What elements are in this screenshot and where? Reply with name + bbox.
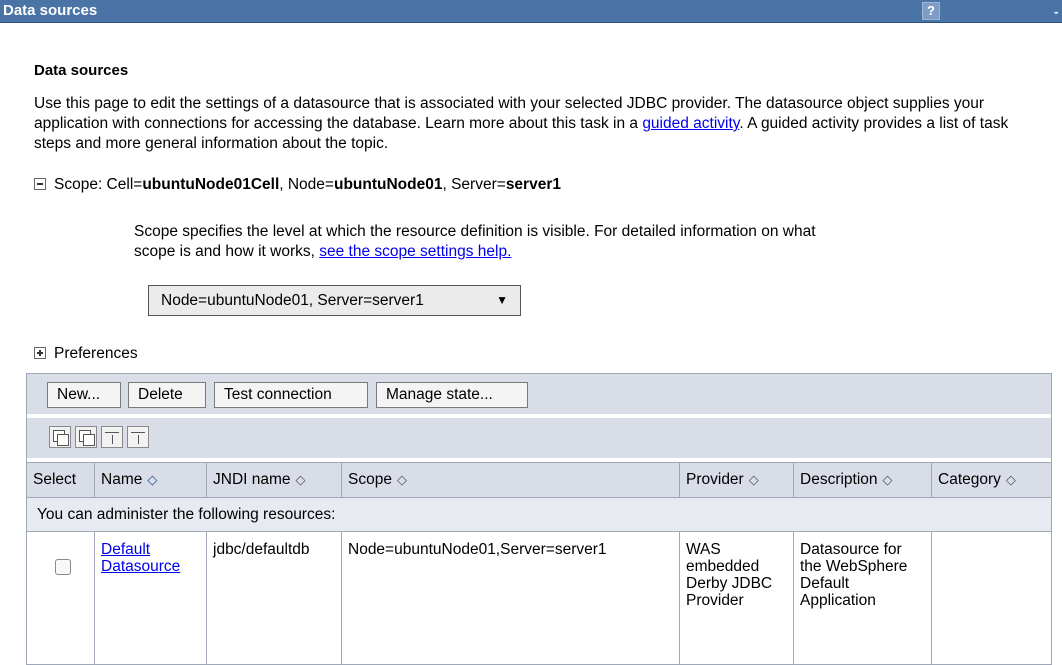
column-provider-label: Provider: [686, 471, 744, 488]
column-header-select: Select: [27, 463, 95, 497]
help-icon[interactable]: ?: [922, 2, 940, 20]
sort-icon[interactable]: ◇: [296, 472, 306, 487]
action-button-bar: New... Delete Test connection Manage sta…: [27, 374, 1051, 414]
minimize-icon[interactable]: -: [1054, 4, 1058, 19]
sort-icon[interactable]: ◇: [749, 472, 759, 487]
column-select-label: Select: [33, 471, 77, 488]
scope-line: Scope: Cell=ubuntuNode01Cell, Node=ubunt…: [34, 176, 561, 194]
scope-server: server1: [505, 176, 561, 193]
scope-prefix: Scope: Cell=: [54, 176, 143, 193]
column-scope-label: Scope: [348, 471, 392, 488]
deselect-all-icon[interactable]: [75, 426, 97, 448]
jndi-cell: jdbc/defaultdb: [207, 532, 342, 664]
category-cell: [932, 532, 1051, 664]
column-header-provider[interactable]: Provider ◇: [680, 463, 794, 497]
column-jndi-label: JNDI name: [213, 471, 291, 488]
scope-settings-help-link[interactable]: see the scope settings help.: [319, 243, 511, 260]
scope-help-text: Scope specifies the level at which the r…: [134, 222, 854, 262]
select-all-icon[interactable]: [49, 426, 71, 448]
scope-server-label: , Server=: [442, 176, 506, 193]
column-header-category[interactable]: Category ◇: [932, 463, 1051, 497]
portlet-title: Data sources: [3, 2, 98, 19]
name-cell: Default Datasource: [95, 532, 207, 664]
table-icon-bar: [27, 418, 1051, 458]
scope-select[interactable]: Node=ubuntuNode01, Server=server1 ▼: [148, 285, 521, 316]
datasource-name-link[interactable]: Default Datasource: [101, 541, 180, 575]
column-category-label: Category: [938, 471, 1001, 488]
provider-cell: WAS embedded Derby JDBC Provider: [680, 532, 794, 664]
manage-state-button[interactable]: Manage state...: [376, 382, 528, 408]
column-header-jndi[interactable]: JNDI name ◇: [207, 463, 342, 497]
sort-ascending-icon[interactable]: ◇: [147, 472, 157, 487]
column-name-label: Name: [101, 471, 143, 488]
page-description: Use this page to edit the settings of a …: [34, 94, 1034, 154]
scope-node-label: , Node=: [279, 176, 334, 193]
preferences-label: Preferences: [54, 345, 138, 362]
page-title: Data sources: [34, 62, 129, 79]
column-description-label: Description: [800, 471, 878, 488]
delete-button[interactable]: Delete: [128, 382, 206, 408]
expand-preferences-icon[interactable]: [34, 347, 46, 359]
sort-icon[interactable]: ◇: [1006, 472, 1016, 487]
sort-icon[interactable]: ◇: [397, 472, 407, 487]
scope-select-value: Node=ubuntuNode01, Server=server1: [161, 292, 424, 309]
select-cell: [27, 532, 95, 664]
dropdown-arrow-icon: ▼: [496, 293, 508, 307]
column-header-name[interactable]: Name ◇: [95, 463, 207, 497]
clear-filter-icon[interactable]: [127, 426, 149, 448]
portlet-titlebar: Data sources ? -: [0, 0, 1062, 23]
guided-activity-link[interactable]: guided activity: [642, 115, 739, 132]
group-row: You can administer the following resourc…: [27, 498, 1051, 532]
scope-cell: Node=ubuntuNode01,Server=server1: [342, 532, 680, 664]
description-cell: Datasource for the WebSphere Default App…: [794, 532, 932, 664]
collapse-scope-icon[interactable]: [34, 178, 46, 190]
column-header-description[interactable]: Description ◇: [794, 463, 932, 497]
row-checkbox[interactable]: [55, 559, 71, 575]
datasource-table-panel: New... Delete Test connection Manage sta…: [26, 373, 1052, 665]
preferences-toggle[interactable]: Preferences: [34, 345, 138, 363]
show-filter-icon[interactable]: [101, 426, 123, 448]
scope-cell: ubuntuNode01Cell: [142, 176, 280, 193]
sort-icon[interactable]: ◇: [883, 472, 893, 487]
scope-node: ubuntuNode01: [333, 176, 443, 193]
table-header: Select Name ◇ JNDI name ◇ Scope ◇ Provider ◇…: [27, 462, 1051, 498]
column-header-scope[interactable]: Scope ◇: [342, 463, 680, 497]
test-connection-button[interactable]: Test connection: [214, 382, 368, 408]
new-button[interactable]: New...: [47, 382, 121, 408]
